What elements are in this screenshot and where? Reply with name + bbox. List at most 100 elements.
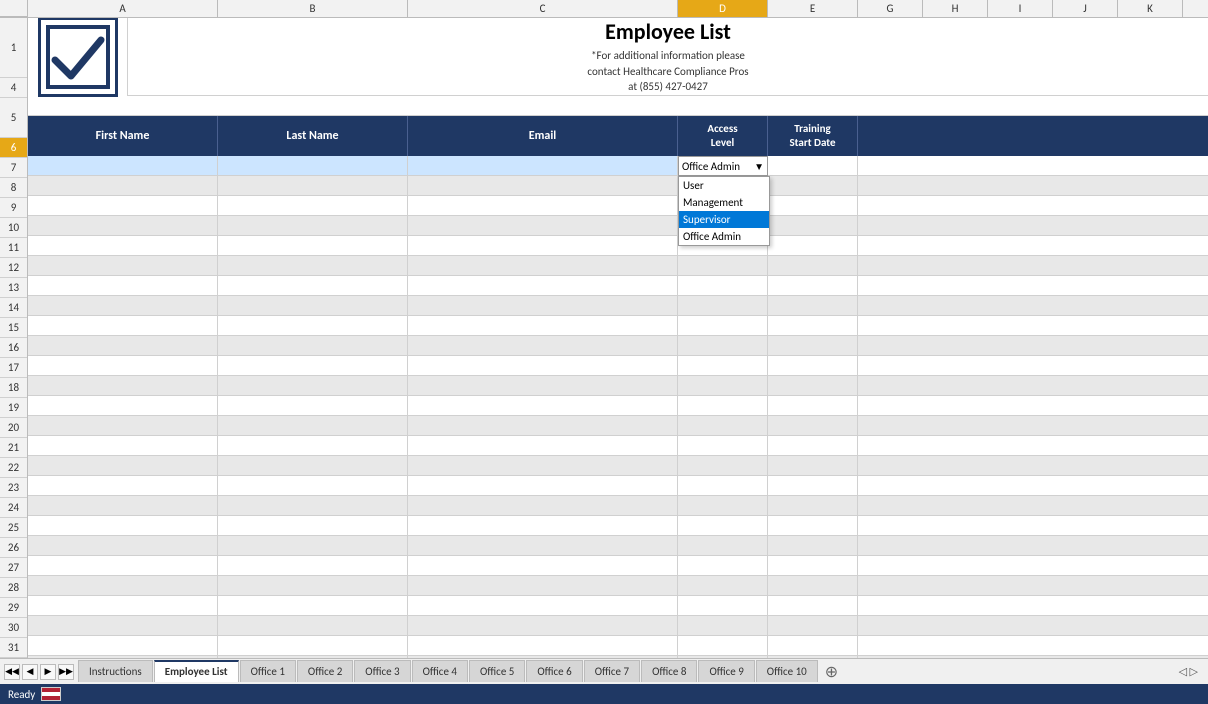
dropdown-container[interactable]: Office Admin ▼ User Management Superviso… — [678, 156, 768, 176]
col-header-c[interactable]: C — [408, 0, 678, 17]
table-row — [28, 276, 1208, 296]
dropdown-option-user[interactable]: User — [679, 177, 769, 194]
row-num-8[interactable]: 8 — [0, 178, 27, 198]
row-num-11[interactable]: 11 — [0, 238, 27, 258]
dropdown-value: Office Admin — [682, 160, 740, 173]
nav-next-tab[interactable]: ▶ — [40, 664, 56, 680]
row-num-1-3[interactable]: 1 — [0, 18, 27, 78]
row-num-14[interactable]: 14 — [0, 298, 27, 318]
tab-office-5[interactable]: Office 5 — [469, 660, 525, 682]
logo-area — [28, 18, 128, 96]
row-num-30[interactable]: 30 — [0, 618, 27, 638]
table-row — [28, 376, 1208, 396]
table-row: Office Admin ▼ User Management Superviso… — [28, 156, 1208, 176]
cell[interactable] — [408, 176, 678, 195]
tab-office-7[interactable]: Office 7 — [584, 660, 640, 682]
header-spacer — [858, 116, 1208, 156]
row-num-18[interactable]: 18 — [0, 378, 27, 398]
tab-office-2[interactable]: Office 2 — [297, 660, 353, 682]
col-header-e[interactable]: E — [768, 0, 858, 17]
scrollbar-icon[interactable]: ◁ ▷ — [1179, 665, 1198, 678]
dropdown-list[interactable]: User Management Supervisor Office Admin — [678, 176, 770, 246]
dropdown-selected[interactable]: Office Admin ▼ — [678, 156, 768, 176]
row-num-5[interactable]: 5 — [0, 98, 27, 138]
row-num-10[interactable]: 10 — [0, 218, 27, 238]
dropdown-option-office-admin[interactable]: Office Admin — [679, 228, 769, 245]
row-num-28[interactable]: 28 — [0, 578, 27, 598]
table-row — [28, 356, 1208, 376]
table-row — [28, 596, 1208, 616]
table-row — [28, 496, 1208, 516]
row-num-6[interactable]: 6 — [0, 138, 27, 158]
cell-r6-b[interactable] — [218, 156, 408, 175]
dropdown-option-supervisor[interactable]: Supervisor — [679, 211, 769, 228]
col-header-i[interactable]: I — [988, 0, 1053, 17]
table-row — [28, 636, 1208, 656]
row-num-19[interactable]: 19 — [0, 398, 27, 418]
row-num-31[interactable]: 31 — [0, 638, 27, 658]
row-num-29[interactable]: 29 — [0, 598, 27, 618]
tab-office-1[interactable]: Office 1 — [240, 660, 296, 682]
spreadsheet-title: Employee List — [605, 18, 731, 45]
table-row — [28, 516, 1208, 536]
row-num-23[interactable]: 23 — [0, 478, 27, 498]
tab-office-10[interactable]: Office 10 — [756, 660, 818, 682]
row-num-25[interactable]: 25 — [0, 518, 27, 538]
col-header-d[interactable]: D — [678, 0, 768, 17]
tab-office-8[interactable]: Office 8 — [641, 660, 697, 682]
row-num-7[interactable]: 7 — [0, 158, 27, 178]
logo-box — [38, 18, 118, 97]
row-num-4[interactable]: 4 — [0, 78, 27, 98]
tab-nav-arrows: ◀◀ ◀ ▶ ▶▶ — [0, 664, 78, 680]
tab-employee-list[interactable]: Employee List — [154, 660, 239, 682]
row-num-22[interactable]: 22 — [0, 458, 27, 478]
table-row — [28, 316, 1208, 336]
cell-r6-c[interactable] — [408, 156, 678, 175]
row-num-12[interactable]: 12 — [0, 258, 27, 278]
col-header-h[interactable]: H — [923, 0, 988, 17]
checkmark-logo — [43, 22, 113, 92]
cell-r6-a[interactable] — [28, 156, 218, 175]
row-num-27[interactable]: 27 — [0, 558, 27, 578]
nav-first-tab[interactable]: ◀◀ — [4, 664, 20, 680]
col-header-b[interactable]: B — [218, 0, 408, 17]
table-row — [28, 176, 1208, 196]
table-row — [28, 476, 1208, 496]
add-sheet-button[interactable]: ⊕ — [819, 660, 844, 684]
cell[interactable] — [218, 176, 408, 195]
cell[interactable] — [768, 176, 858, 195]
table-row — [28, 216, 1208, 236]
col-header-k[interactable]: K — [1118, 0, 1183, 17]
tab-bar: ◀◀ ◀ ▶ ▶▶ Instructions Employee List Off… — [0, 658, 1208, 684]
row-num-16[interactable]: 16 — [0, 338, 27, 358]
tab-instructions[interactable]: Instructions — [78, 660, 153, 682]
select-all-corner[interactable] — [0, 0, 28, 17]
row-num-17[interactable]: 17 — [0, 358, 27, 378]
nav-last-tab[interactable]: ▶▶ — [58, 664, 74, 680]
row-num-26[interactable]: 26 — [0, 538, 27, 558]
nav-prev-tab[interactable]: ◀ — [22, 664, 38, 680]
row-num-13[interactable]: 13 — [0, 278, 27, 298]
tab-office-3[interactable]: Office 3 — [354, 660, 410, 682]
dropdown-option-management[interactable]: Management — [679, 194, 769, 211]
tab-office-6[interactable]: Office 6 — [526, 660, 582, 682]
row-num-24[interactable]: 24 — [0, 498, 27, 518]
table-row — [28, 656, 1208, 658]
subtitle: *For additional information please conta… — [587, 48, 748, 94]
col-header-j[interactable]: J — [1053, 0, 1118, 17]
dropdown-arrow-icon[interactable]: ▼ — [754, 160, 764, 173]
cell-r6-e[interactable] — [768, 156, 858, 175]
row-num-21[interactable]: 21 — [0, 438, 27, 458]
cell[interactable] — [28, 176, 218, 195]
table-row — [28, 296, 1208, 316]
row-num-20[interactable]: 20 — [0, 418, 27, 438]
col-header-l[interactable]: L — [1183, 0, 1208, 17]
col-header-g[interactable]: G — [858, 0, 923, 17]
col-header-a[interactable]: A — [28, 0, 218, 17]
row-num-9[interactable]: 9 — [0, 198, 27, 218]
row-num-15[interactable]: 15 — [0, 318, 27, 338]
spreadsheet: A B C D E G H I J K L 1 4 5 6 7 8 9 10 1… — [0, 0, 1208, 704]
tab-office-9[interactable]: Office 9 — [698, 660, 754, 682]
tab-office-4[interactable]: Office 4 — [412, 660, 468, 682]
cell-r6-d[interactable]: Office Admin ▼ User Management Superviso… — [678, 156, 768, 175]
